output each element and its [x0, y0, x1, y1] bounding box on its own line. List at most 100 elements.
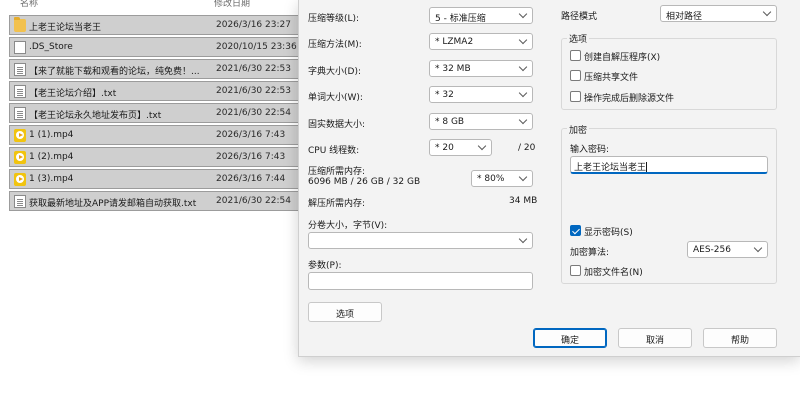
encryption-method-select[interactable]: AES-256: [687, 241, 768, 258]
file-name: .DS_Store: [29, 42, 73, 52]
file-name: 1 (3).mp4: [29, 174, 74, 184]
file-date: 2020/10/15 23:36: [216, 42, 297, 52]
chevron-down-icon: [518, 116, 528, 126]
path-mode-value: 相对路径: [666, 12, 703, 22]
file-row[interactable]: 1 (1).mp4 2026/3/16 7:43: [9, 125, 298, 145]
dictionary-size-label: 字典大小(D):: [308, 67, 361, 77]
text-file-icon: [14, 85, 26, 98]
file-row[interactable]: 【来了就能下载和观看的论坛，纯免费！... 2021/6/30 22:53: [9, 59, 298, 79]
options-button[interactable]: 选项: [308, 302, 382, 322]
file-date: 2026/3/16 7:43: [216, 130, 286, 140]
show-password-checkbox[interactable]: [570, 225, 581, 236]
file-row[interactable]: 【老王论坛永久地址发布页】.txt 2021/6/30 22:54: [9, 103, 298, 123]
add-to-archive-dialog: 压缩等级(L): 5 - 标准压缩 压缩方法(M): * LZMA2 字典大小(…: [298, 0, 800, 357]
chevron-down-icon: [518, 173, 528, 183]
chevron-down-icon: [518, 89, 528, 99]
word-size-label: 单词大小(W):: [308, 93, 363, 103]
word-size-select[interactable]: * 32: [429, 86, 533, 103]
file-date: 2026/3/16 7:44: [216, 174, 286, 184]
compress-shared-checkbox[interactable]: [570, 70, 581, 81]
options-group-title: 选项: [567, 32, 590, 45]
memory-compress-label: 压缩所需内存:: [308, 167, 366, 177]
path-mode-select[interactable]: 相对路径: [660, 5, 777, 22]
show-password-label[interactable]: 显示密码(S): [584, 225, 633, 238]
chevron-down-icon: [753, 244, 763, 254]
text-file-icon: [14, 195, 26, 208]
text-file-icon: [14, 63, 26, 76]
chevron-down-icon: [477, 142, 487, 152]
chevron-down-icon: [762, 8, 772, 18]
file-name: 【老王论坛永久地址发布页】.txt: [29, 111, 162, 121]
encryption-method-value: AES-256: [693, 245, 731, 255]
folder-icon: [14, 17, 26, 32]
create-sfx-checkbox[interactable]: [570, 50, 581, 61]
file-date: 2021/6/30 22:54: [216, 196, 291, 206]
column-header-date[interactable]: 修改日期: [214, 0, 250, 9]
chevron-down-icon: [518, 63, 528, 73]
chevron-down-icon: [518, 10, 528, 20]
encrypt-filenames-label[interactable]: 加密文件名(N): [584, 265, 643, 278]
split-volume-select[interactable]: [308, 232, 533, 249]
file-name: 上老王论坛当老王: [29, 23, 102, 33]
video-file-icon: [14, 151, 26, 164]
compression-level-value: 5 - 标准压缩: [435, 14, 486, 24]
compression-method-label: 压缩方法(M):: [308, 40, 362, 50]
text-file-icon: [14, 107, 26, 120]
dictionary-size-value: * 32 MB: [435, 64, 471, 74]
solid-block-size-value: * 8 GB: [435, 117, 465, 127]
text-caret: [646, 162, 648, 172]
memory-decompress-label: 解压所需内存:: [308, 199, 366, 209]
password-value: 上老王论坛当老王: [574, 163, 647, 173]
file-icon: [14, 41, 26, 54]
compression-method-value: * LZMA2: [435, 37, 474, 47]
password-input[interactable]: 上老王论坛当老王: [570, 156, 768, 174]
file-name: 1 (1).mp4: [29, 130, 74, 140]
file-row[interactable]: 上老王论坛当老王 2026/3/16 23:27: [9, 15, 298, 35]
encryption-method-label: 加密算法:: [570, 248, 610, 258]
delete-after-checkbox[interactable]: [570, 91, 581, 102]
memory-usage-select[interactable]: * 80%: [471, 170, 533, 187]
file-explorer-list: 名称 修改日期 上老王论坛当老王 2026/3/16 23:27 .DS_Sto…: [0, 0, 298, 404]
file-name: 获取最新地址及APP请发邮箱自动获取.txt: [29, 199, 197, 209]
solid-block-size-label: 固实数据大小:: [308, 120, 366, 130]
file-date: 2026/3/16 23:27: [216, 20, 291, 30]
file-row[interactable]: 1 (2).mp4 2026/3/16 7:43: [9, 147, 298, 167]
parameters-label: 参数(P):: [308, 261, 342, 271]
delete-after-label[interactable]: 操作完成后删除源文件: [584, 91, 674, 104]
file-row[interactable]: .DS_Store 2020/10/15 23:36: [9, 37, 298, 57]
compression-level-label: 压缩等级(L):: [308, 14, 360, 24]
memory-decompress-value: 34 MB: [509, 196, 538, 206]
help-button[interactable]: 帮助: [703, 328, 777, 348]
parameters-input[interactable]: [308, 272, 533, 290]
chevron-down-icon: [518, 235, 528, 245]
cancel-button[interactable]: 取消: [618, 328, 692, 348]
path-mode-label: 路径模式: [561, 12, 598, 22]
compression-method-select[interactable]: * LZMA2: [429, 33, 533, 50]
file-name: 【来了就能下载和观看的论坛，纯免费！...: [29, 67, 200, 77]
compression-level-select[interactable]: 5 - 标准压缩: [429, 7, 533, 24]
password-label: 输入密码:: [570, 145, 610, 155]
file-row[interactable]: 获取最新地址及APP请发邮箱自动获取.txt 2021/6/30 22:54: [9, 191, 298, 211]
encrypt-filenames-checkbox[interactable]: [570, 265, 581, 276]
file-name: 【老王论坛介绍】.txt: [29, 89, 117, 99]
ok-button[interactable]: 确定: [533, 328, 607, 348]
video-file-icon: [14, 173, 26, 186]
memory-usage-value: * 80%: [477, 174, 505, 184]
cpu-threads-select[interactable]: * 20: [429, 139, 492, 156]
word-size-value: * 32: [435, 90, 454, 100]
file-row[interactable]: 【老王论坛介绍】.txt 2021/6/30 22:53: [9, 81, 298, 101]
column-header-name[interactable]: 名称: [20, 0, 38, 9]
create-sfx-label[interactable]: 创建自解压程序(X): [584, 50, 660, 63]
dictionary-size-select[interactable]: * 32 MB: [429, 60, 533, 77]
encryption-group-title: 加密: [567, 123, 590, 136]
cpu-threads-value: * 20: [435, 143, 454, 153]
chevron-down-icon: [518, 36, 528, 46]
file-row[interactable]: 1 (3).mp4 2026/3/16 7:44: [9, 169, 298, 189]
memory-compress-detail: 6096 MB / 26 GB / 32 GB: [308, 177, 421, 187]
file-date: 2026/3/16 7:43: [216, 152, 286, 162]
file-name: 1 (2).mp4: [29, 152, 74, 162]
cpu-threads-max: / 20: [518, 143, 536, 153]
file-date: 2021/6/30 22:53: [216, 64, 291, 74]
compress-shared-label[interactable]: 压缩共享文件: [584, 70, 638, 83]
solid-block-size-select[interactable]: * 8 GB: [429, 113, 533, 130]
